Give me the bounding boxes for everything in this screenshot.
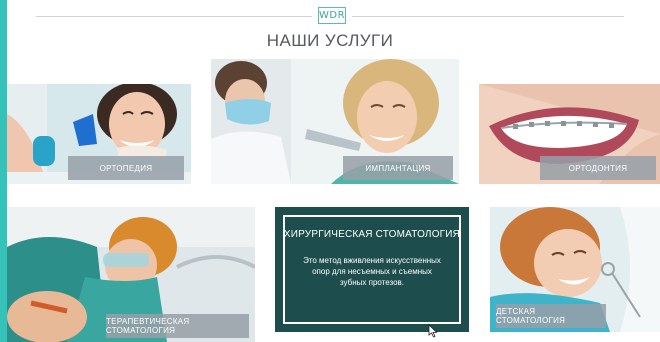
service-label: ТЕРАПЕВТИЧЕСКАЯ СТОМАТОЛОГИЯ [106,314,249,338]
service-tile-pediatric-dentistry[interactable]: ДЕТСКАЯ СТОМАТОЛОГИЯ [490,207,660,332]
header-divider-left [36,16,312,17]
feature-description: Это метод вживления искусственных опор д… [303,256,441,287]
service-tile-orthodontics[interactable]: ОРТОДОНТИЯ [479,84,660,184]
service-label: ИМПЛАНТАЦИЯ [343,156,453,180]
service-tile-orthopedics[interactable]: ОРТОПЕДИЯ [7,84,191,184]
service-tile-implantation[interactable]: ИМПЛАНТАЦИЯ [211,59,459,184]
left-accent-bar [0,0,7,342]
service-label: ОРТОПЕДИЯ [68,156,184,180]
service-tile-therapeutic-dentistry[interactable]: ТЕРАПЕВТИЧЕСКАЯ СТОМАТОЛОГИЯ [7,207,255,342]
page-title: НАШИ УСЛУГИ [266,31,394,50]
header-divider-right [352,16,624,17]
service-tile-surgical-dentistry[interactable]: ХИРУРГИЧЕСКАЯ СТОМАТОЛОГИЯ Это метод вжи… [275,207,469,332]
service-label: ОРТОДОНТИЯ [540,156,656,180]
mouse-pointer-icon [428,324,438,338]
brand-logo[interactable]: WDR [318,7,346,24]
feature-title: ХИРУРГИЧЕСКАЯ СТОМАТОЛОГИЯ [283,229,461,240]
service-label: ДЕТСКАЯ СТОМАТОЛОГИЯ [496,304,606,328]
